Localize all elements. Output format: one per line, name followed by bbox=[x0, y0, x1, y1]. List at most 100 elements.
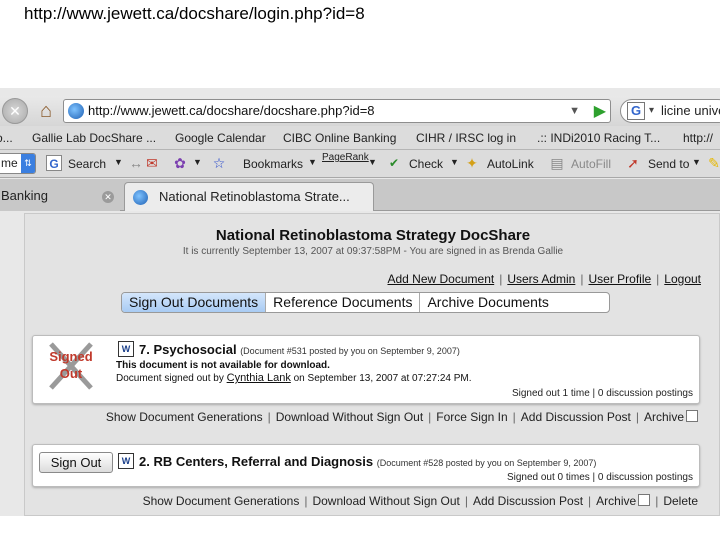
profile-select[interactable]: me ⇅ bbox=[0, 153, 36, 174]
bookmark-google-calendar[interactable]: Google Calendar bbox=[175, 131, 266, 145]
chevron-down-icon[interactable]: ▼ bbox=[692, 157, 701, 167]
archive-label: Archive bbox=[596, 494, 637, 508]
chevron-down-icon[interactable]: ▼ bbox=[450, 157, 459, 167]
toolbar-autolink-button[interactable]: AutoLink bbox=[487, 157, 534, 171]
chevron-down-icon[interactable]: ▼ bbox=[569, 100, 580, 122]
spellcheck-icon[interactable]: ✔ bbox=[386, 155, 402, 171]
show-generations-link[interactable]: Show Document Generations bbox=[143, 494, 300, 508]
document-tabs: Sign Out Documents Reference Documents A… bbox=[121, 292, 610, 313]
go-arrow-icon[interactable]: ▶ bbox=[594, 101, 606, 123]
tab-reference-documents[interactable]: Reference Documents bbox=[266, 293, 421, 312]
magic-wand-icon[interactable]: ✦ bbox=[464, 155, 480, 171]
user-profile-link[interactable]: User Profile bbox=[588, 272, 651, 286]
bookmarks-bar: o... Gallie Lab DocShare ... Google Cale… bbox=[0, 126, 720, 150]
browser-window: ✕ ⌂ http://www.jewett.ca/docshare/docsha… bbox=[0, 88, 720, 516]
address-text: http://www.jewett.ca/docshare/docshare.p… bbox=[88, 103, 375, 118]
document-stats: Signed out 1 time | 0 discussion posting… bbox=[511, 388, 693, 399]
bookmark-item[interactable]: o... bbox=[0, 131, 13, 145]
archive-checkbox[interactable] bbox=[686, 410, 698, 422]
word-document-icon[interactable]: W bbox=[118, 341, 134, 357]
document-card: Signed Out W 7. Psychosocial (Document #… bbox=[32, 335, 700, 404]
site-globe-icon bbox=[133, 190, 148, 205]
resize-handle-icon[interactable]: ↔ bbox=[128, 155, 144, 171]
home-icon[interactable]: ⌂ bbox=[33, 98, 59, 124]
force-sign-in-link[interactable]: Force Sign In bbox=[436, 410, 507, 424]
tab-archive-documents[interactable]: Archive Documents bbox=[420, 293, 555, 312]
stamp-text-line1: Signed bbox=[49, 349, 93, 364]
bookmark-http[interactable]: http:// bbox=[683, 131, 713, 145]
archive-checkbox[interactable] bbox=[638, 494, 651, 506]
navigation-bar: ✕ ⌂ http://www.jewett.ca/docshare/docsha… bbox=[0, 96, 720, 126]
google-toolbar: me ⇅ G Search ▼ ↔ ✉ ✿ ▼ ☆ Bookmarks ▼ Pa… bbox=[0, 150, 720, 178]
star-icon[interactable]: ☆ bbox=[211, 155, 227, 171]
toolbar-sendto-button[interactable]: Send to bbox=[648, 157, 689, 171]
tab-label: National Retinoblastoma Strate... bbox=[159, 189, 350, 204]
add-discussion-post-link[interactable]: Add Discussion Post bbox=[473, 494, 583, 508]
tab-national-retinoblastoma[interactable]: National Retinoblastoma Strate... bbox=[124, 182, 374, 211]
page-subtitle: It is currently September 13, 2007 at 09… bbox=[182, 246, 564, 257]
toolbar-bookmarks-button[interactable]: Bookmarks bbox=[243, 157, 303, 171]
search-input[interactable]: G ▾ licine unive bbox=[620, 99, 720, 123]
send-to-icon[interactable]: ➚ bbox=[625, 155, 641, 171]
google-icon[interactable]: G bbox=[627, 102, 645, 120]
document-card: Sign Out W 2. RB Centers, Referral and D… bbox=[32, 444, 700, 487]
pagerank-indicator[interactable]: PageRank bbox=[322, 152, 369, 163]
document-actions: Show Document Generations | Download Witho… bbox=[106, 410, 698, 424]
document-title[interactable]: 2. RB Centers, Referral and Diagnosis (D… bbox=[139, 454, 596, 469]
profile-select-value: me bbox=[1, 156, 18, 170]
tab-bar: Banking ✕ National Retinoblastoma Strate… bbox=[0, 179, 720, 211]
site-globe-icon bbox=[68, 103, 84, 119]
admin-links: Add New Document | Users Admin | User Profil… bbox=[387, 272, 701, 286]
bookmark-cibc[interactable]: CIBC Online Banking bbox=[283, 131, 396, 145]
chevron-down-icon[interactable]: ▼ bbox=[193, 157, 202, 167]
availability-note: This document is not available for downl… bbox=[116, 360, 330, 371]
add-discussion-post-link[interactable]: Add Discussion Post bbox=[521, 410, 631, 424]
document-title[interactable]: 7. Psychosocial (Document #531 posted by… bbox=[139, 342, 460, 357]
tab-banking[interactable]: Banking ✕ bbox=[0, 182, 120, 211]
document-meta: (Document #531 posted by you on Septembe… bbox=[240, 346, 460, 356]
chevron-down-icon[interactable]: ▾ bbox=[649, 100, 654, 122]
chevron-down-icon[interactable]: ▼ bbox=[308, 157, 317, 167]
toolbar-check-button[interactable]: Check bbox=[409, 157, 443, 171]
download-without-sign-out-link[interactable]: Download Without Sign Out bbox=[312, 494, 459, 508]
close-icon[interactable]: ✕ bbox=[102, 191, 114, 203]
show-generations-link[interactable]: Show Document Generations bbox=[106, 410, 263, 424]
signed-out-stamp: Signed Out bbox=[43, 342, 99, 390]
signed-out-by-line: Document signed out by Cynthia Lank on S… bbox=[116, 372, 472, 384]
slide-caption-url: http://www.jewett.ca/docshare/login.php?… bbox=[24, 4, 365, 23]
logout-link[interactable]: Logout bbox=[664, 272, 701, 286]
toolbar-search-button[interactable]: Search bbox=[68, 157, 106, 171]
page-content: National Retinoblastoma Strategy DocShar… bbox=[24, 213, 720, 516]
signed-out-by-suffix: on September 13, 2007 at 07:27:24 PM. bbox=[293, 373, 472, 384]
document-meta: (Document #528 posted by you on Septembe… bbox=[376, 458, 597, 468]
document-stats: Signed out 0 times | 0 discussion postin… bbox=[506, 472, 693, 483]
updown-arrow-icon: ⇅ bbox=[21, 154, 35, 173]
stop-icon[interactable]: ✕ bbox=[2, 98, 28, 124]
popup-blocker-icon[interactable]: ✉ bbox=[144, 155, 160, 171]
bookmark-gallie-lab[interactable]: Gallie Lab DocShare ... bbox=[32, 131, 156, 145]
chevron-down-icon[interactable]: ▼ bbox=[114, 157, 123, 167]
document-title-text: 7. Psychosocial bbox=[139, 342, 237, 357]
google-g-icon: G bbox=[46, 155, 62, 171]
signed-out-user-link[interactable]: Cynthia Lank bbox=[227, 372, 291, 384]
puzzle-icon[interactable]: ✿ bbox=[172, 155, 188, 171]
stamp-text-line2: Out bbox=[59, 366, 83, 381]
bookmark-cihr[interactable]: CIHR / IRSC log in bbox=[416, 131, 516, 145]
delete-link[interactable]: Delete bbox=[663, 494, 698, 508]
bookmark-indi2010[interactable]: .:: INDi2010 Racing T... bbox=[537, 131, 660, 145]
search-text: licine unive bbox=[661, 103, 720, 118]
download-without-sign-out-link[interactable]: Download Without Sign Out bbox=[276, 410, 423, 424]
add-new-document-link[interactable]: Add New Document bbox=[387, 272, 494, 286]
chevron-down-icon[interactable]: ▼ bbox=[368, 157, 377, 167]
highlighter-icon[interactable]: ✎ bbox=[706, 155, 720, 171]
page-title: National Retinoblastoma Strategy DocShar… bbox=[215, 227, 531, 244]
word-document-icon[interactable]: W bbox=[118, 453, 134, 469]
sign-out-button[interactable]: Sign Out bbox=[39, 452, 113, 473]
toolbar-autofill-button[interactable]: AutoFill bbox=[571, 157, 611, 171]
tab-sign-out-documents[interactable]: Sign Out Documents bbox=[122, 293, 267, 312]
users-admin-link[interactable]: Users Admin bbox=[507, 272, 575, 286]
tab-label: Banking bbox=[1, 188, 48, 203]
document-actions: Show Document Generations | Download Witho… bbox=[142, 494, 698, 508]
address-bar[interactable]: http://www.jewett.ca/docshare/docshare.p… bbox=[63, 99, 611, 123]
autofill-icon[interactable]: ▤ bbox=[549, 155, 565, 171]
